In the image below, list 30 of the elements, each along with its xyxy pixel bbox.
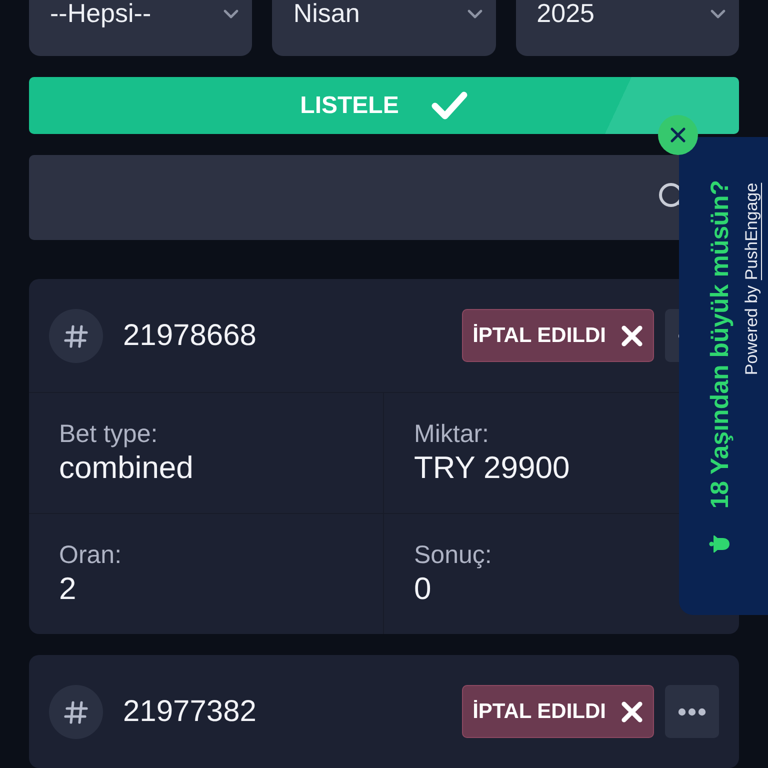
prompt-title: 18 Yaşından büyük müsün? xyxy=(706,180,734,509)
hash-icon xyxy=(49,684,103,738)
bell-icon xyxy=(709,532,731,554)
credit-link[interactable]: PushEngage xyxy=(742,183,762,280)
close-icon xyxy=(669,126,687,144)
cross-icon xyxy=(620,324,644,348)
chevron-down-icon xyxy=(466,8,483,18)
more-icon xyxy=(678,708,706,716)
filter-dropdown[interactable]: 2025 xyxy=(516,0,739,56)
status-text: İPTAL EDILDI xyxy=(472,700,606,724)
status-text: İPTAL EDILDI xyxy=(472,324,606,348)
field-label: Bet type: xyxy=(59,419,158,449)
chevron-down-icon xyxy=(223,8,240,18)
bet-number: 21978668 xyxy=(123,318,256,352)
field-label: Miktar: xyxy=(414,419,489,449)
field-value: combined xyxy=(59,449,194,486)
field-label: Sonuç: xyxy=(414,540,492,570)
field-value: TRY 29900 xyxy=(414,449,570,486)
hash-icon xyxy=(49,308,103,362)
field-value: 2 xyxy=(59,570,76,607)
filter-dropdown[interactable]: Nisan xyxy=(272,0,496,56)
filter-dropdown[interactable]: --Hepsi-- xyxy=(29,0,252,56)
field-value: 0 xyxy=(414,570,432,607)
chevron-down-icon xyxy=(710,8,726,18)
check-icon xyxy=(430,90,468,121)
credit-text: Powered by xyxy=(742,285,762,376)
bet-number: 21977382 xyxy=(123,694,256,728)
field-label: Oran: xyxy=(59,540,122,570)
cross-icon xyxy=(620,700,644,724)
more-button[interactable] xyxy=(665,685,719,738)
